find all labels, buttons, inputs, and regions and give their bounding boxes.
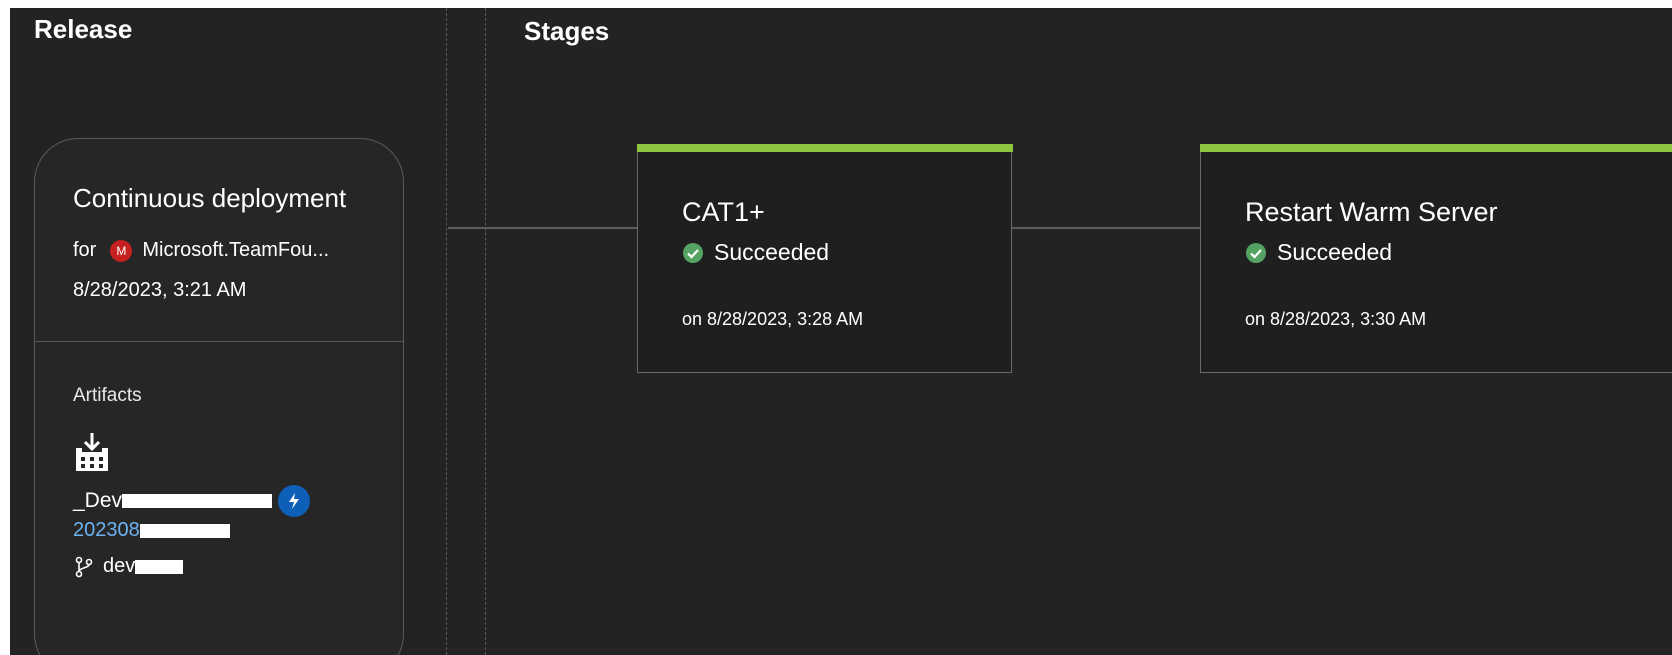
stage-time: on 8/28/2023, 3:28 AM — [682, 309, 864, 329]
release-requested-for: for M Microsoft.TeamFou... — [73, 239, 329, 262]
stage-name: Restart Warm Server — [1245, 197, 1498, 227]
release-date: 8/28/2023, 3:21 AM — [73, 279, 247, 301]
stage-status-text: Succeeded — [714, 239, 830, 265]
card-divider — [35, 341, 403, 342]
git-branch-icon — [75, 556, 93, 577]
for-label: for — [73, 239, 97, 261]
build-artifact-icon — [76, 433, 108, 471]
release-card[interactable]: Continuous deployment for M Microsoft.Te… — [34, 138, 404, 655]
release-trigger-title: Continuous deployment — [73, 183, 347, 213]
requester-name[interactable]: Microsoft.TeamFou... — [142, 239, 329, 262]
artifact-branch-text: dev — [103, 555, 136, 577]
artifact-branch: dev — [73, 555, 184, 578]
stages-section-title: Stages — [524, 16, 610, 46]
artifact-build-link[interactable]: 202308 — [73, 519, 230, 542]
release-pipeline-canvas: Release Stages Continuous deployment for… — [10, 8, 1672, 655]
stage-card[interactable]: CAT1+ Succeeded on 8/28/2023, 3:28 AM — [636, 143, 1013, 373]
success-check-icon — [683, 242, 703, 263]
continuous-deployment-trigger-icon — [278, 485, 311, 517]
success-check-icon — [1246, 242, 1266, 263]
artifact-name[interactable]: _Dev — [73, 485, 311, 517]
stage-status: Succeeded — [682, 239, 829, 266]
avatar-icon: M — [110, 239, 133, 262]
release-section-title: Release — [34, 14, 133, 44]
stage-name: CAT1+ — [682, 197, 765, 227]
redacted-text — [139, 523, 230, 538]
stage-status: Succeeded — [1245, 239, 1392, 266]
stage-connector — [448, 227, 638, 229]
redacted-text — [135, 559, 184, 574]
artifact-name-text: _Dev — [73, 489, 123, 512]
column-divider — [446, 8, 447, 655]
stage-connector — [1012, 227, 1202, 229]
stage-status-text: Succeeded — [1277, 239, 1393, 265]
redacted-text — [122, 494, 273, 508]
artifact-build-text: 202308 — [73, 519, 140, 541]
column-divider — [485, 8, 486, 655]
stage-card[interactable]: Restart Warm Server Succeeded on 8/28/20… — [1199, 143, 1672, 373]
stage-time: on 8/28/2023, 3:30 AM — [1245, 309, 1427, 329]
artifacts-label: Artifacts — [73, 385, 142, 406]
